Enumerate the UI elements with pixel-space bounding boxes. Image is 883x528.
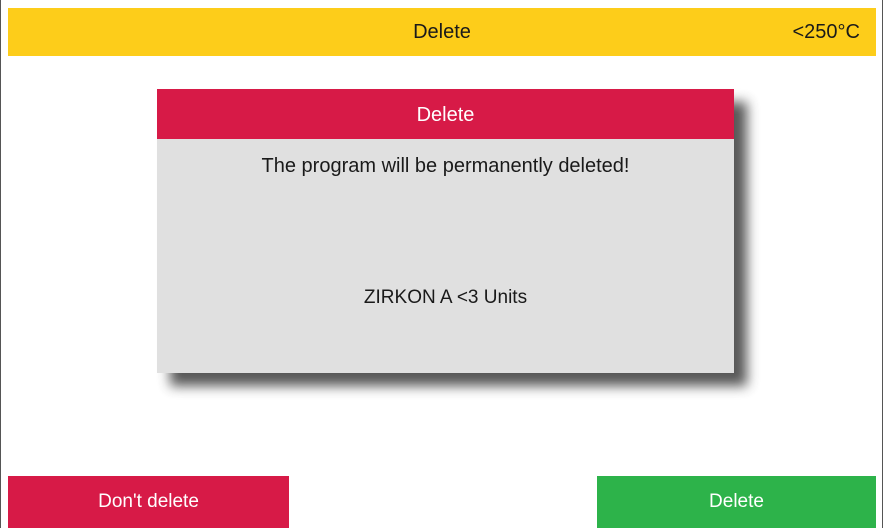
delete-program-screen: Delete <250°C Delete The program will be… bbox=[0, 0, 883, 528]
dialog-header: Delete bbox=[157, 89, 734, 139]
dont-delete-button[interactable]: Don't delete bbox=[8, 476, 289, 528]
program-name: ZIRKON A <3 Units bbox=[363, 287, 528, 308]
temperature-indicator: <250°C bbox=[792, 21, 861, 43]
delete-confirm-dialog: Delete The program will be permanently d… bbox=[157, 89, 734, 373]
delete-button[interactable]: Delete bbox=[597, 476, 876, 528]
page-title: Delete bbox=[413, 21, 471, 43]
dialog-warning-message: The program will be permanently deleted! bbox=[261, 155, 630, 177]
dialog-title: Delete bbox=[416, 104, 475, 126]
screen-border-left bbox=[0, 0, 1, 528]
header-bar: Delete <250°C bbox=[8, 8, 876, 56]
